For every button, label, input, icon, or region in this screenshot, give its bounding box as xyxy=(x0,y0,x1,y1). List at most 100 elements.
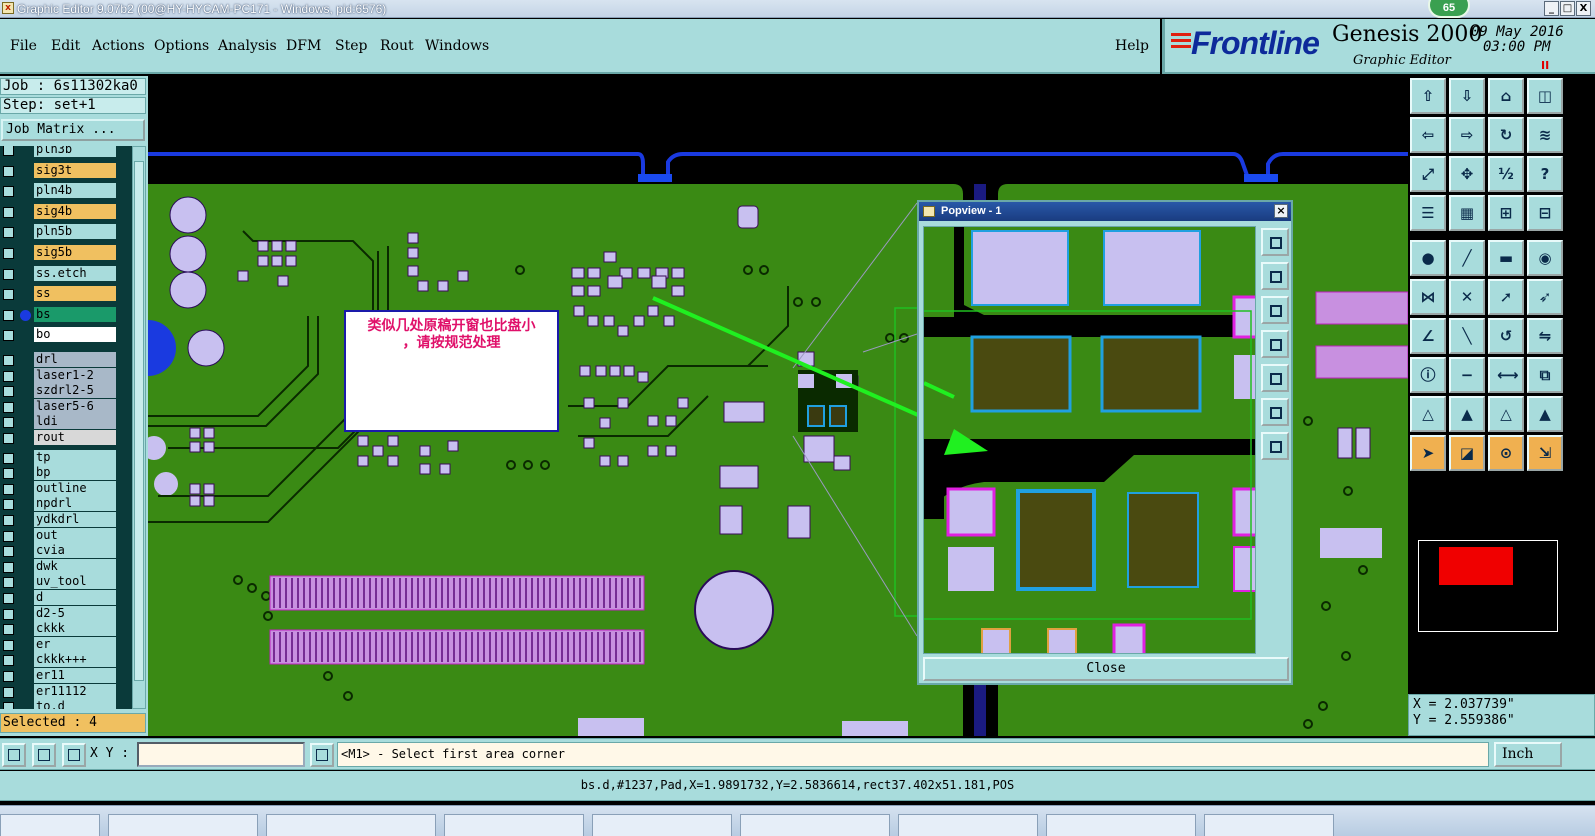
menu-windows[interactable]: Windows xyxy=(425,38,489,54)
layer-name[interactable]: er xyxy=(34,636,116,652)
add-circle-button[interactable]: ◉ xyxy=(1527,240,1563,276)
layer-row-ckkk-[interactable]: ckkk+++ xyxy=(0,652,132,668)
add-line-button[interactable]: ╱ xyxy=(1449,240,1485,276)
copy-button[interactable]: ➶ xyxy=(1527,279,1563,315)
layer-name[interactable]: laser5-6 xyxy=(34,398,116,414)
layer-row-sig4b[interactable]: sig4b xyxy=(0,203,132,220)
close-window-button[interactable]: X xyxy=(1576,1,1591,16)
scrollbar-thumb[interactable] xyxy=(134,161,144,681)
layer-checkbox[interactable] xyxy=(3,386,14,398)
layer-name[interactable]: ckkk xyxy=(34,621,116,637)
layer-name[interactable]: laser1-2 xyxy=(34,367,116,383)
overview-view-rect[interactable] xyxy=(1439,547,1513,585)
layer-checkbox[interactable] xyxy=(3,483,14,495)
layer-checkbox[interactable] xyxy=(3,370,14,382)
layer-checkbox[interactable] xyxy=(3,186,14,198)
menu-options[interactable]: Options xyxy=(154,38,209,54)
layer-checkbox[interactable] xyxy=(3,417,14,429)
job-matrix-button[interactable]: Job Matrix ... xyxy=(1,119,145,141)
menu-edit[interactable]: Edit xyxy=(51,38,80,54)
layer-checkbox[interactable] xyxy=(3,146,14,156)
start-button[interactable] xyxy=(0,814,100,836)
pan-down-button[interactable]: ⇩ xyxy=(1449,78,1485,114)
layer-name[interactable]: er11112 xyxy=(34,683,116,699)
group-button[interactable]: ⧉ xyxy=(1527,357,1563,393)
layer-name[interactable]: ss xyxy=(34,286,116,302)
layer-row-er[interactable]: er xyxy=(0,636,132,653)
help-button[interactable]: ? xyxy=(1527,156,1563,192)
layer-name[interactable]: npdrl xyxy=(34,496,116,512)
home-up-button[interactable]: ⇧ xyxy=(1410,78,1446,114)
layer-checkbox[interactable] xyxy=(3,248,14,259)
popview-pan-up-button[interactable] xyxy=(1261,262,1289,290)
layer-name[interactable]: d xyxy=(34,590,116,605)
layer-name[interactable]: er11 xyxy=(34,668,116,683)
layer-checkbox[interactable] xyxy=(3,268,14,280)
taskbar-item[interactable] xyxy=(1204,814,1334,836)
popview-pan-right-button[interactable] xyxy=(1261,364,1289,392)
move-button[interactable]: ➚ xyxy=(1488,279,1524,315)
rotate-button[interactable]: ↺ xyxy=(1488,318,1524,354)
layer-name[interactable]: rout xyxy=(34,430,116,445)
layer-name[interactable]: bo xyxy=(34,327,116,343)
layer-row-sig5b[interactable]: sig5b xyxy=(0,245,132,261)
layer-row-rout[interactable]: rout xyxy=(0,430,132,446)
layer-name[interactable]: bs xyxy=(34,306,116,322)
grid-button[interactable]: ▦ xyxy=(1449,195,1485,231)
menu-file[interactable]: File xyxy=(10,38,37,54)
select-area-button[interactable]: ◪ xyxy=(1449,435,1485,471)
layer-name[interactable]: cvia xyxy=(34,543,116,559)
delete-button[interactable]: ✕ xyxy=(1449,279,1485,315)
layer-row-sig3t[interactable]: sig3t xyxy=(0,162,132,179)
layer-name[interactable]: uv_tool xyxy=(34,574,116,590)
layer-row-npdrl[interactable]: npdrl xyxy=(0,496,132,512)
layer-name[interactable]: szdrl2-5 xyxy=(34,383,116,399)
measure-button[interactable] xyxy=(32,743,56,767)
resize-button[interactable]: ⟷ xyxy=(1488,357,1524,393)
select-multi-button[interactable]: ⇲ xyxy=(1527,435,1563,471)
taskbar-item[interactable] xyxy=(898,814,1038,836)
layer-row-bp[interactable]: bp xyxy=(0,465,132,481)
layer-checkbox[interactable] xyxy=(3,433,14,444)
layer-checkbox[interactable] xyxy=(3,206,14,218)
layer-row-laser1-2[interactable]: laser1-2 xyxy=(0,367,132,384)
menu-actions[interactable]: Actions xyxy=(92,38,145,54)
layer-name[interactable]: d2-5 xyxy=(34,605,116,621)
menu-dfm[interactable]: DFM xyxy=(286,38,321,54)
menu-step[interactable]: Step xyxy=(335,38,367,54)
layer-checkbox[interactable] xyxy=(3,165,14,177)
layer-name[interactable]: drl xyxy=(34,352,116,367)
taskbar-item[interactable] xyxy=(592,814,732,836)
layer-checkbox[interactable] xyxy=(3,309,14,321)
connect-button[interactable]: ⋈ xyxy=(1410,279,1446,315)
layer-name[interactable]: ldi xyxy=(34,414,116,430)
layer-list-scrollbar[interactable] xyxy=(132,146,146,709)
layer-checkbox[interactable] xyxy=(3,624,14,636)
layer-checkbox[interactable] xyxy=(3,530,14,542)
layer-name[interactable]: sig5b xyxy=(34,245,116,260)
layer-checkbox[interactable] xyxy=(3,401,14,413)
layer-checkbox[interactable] xyxy=(3,655,14,667)
popview-close-icon[interactable]: × xyxy=(1274,204,1288,218)
pan-left-button[interactable]: ⇦ xyxy=(1410,117,1446,153)
grid-button[interactable] xyxy=(62,743,86,767)
layer-checkbox[interactable] xyxy=(3,593,14,604)
layer-row-bs[interactable]: bs xyxy=(0,306,132,323)
zoom-home-button[interactable]: ✥ xyxy=(1449,156,1485,192)
zoom-1-2-button[interactable]: ½ xyxy=(1488,156,1524,192)
layer-name[interactable]: pln3b xyxy=(34,146,116,157)
layer-row-out[interactable]: out xyxy=(0,527,132,544)
taskbar-item[interactable] xyxy=(444,814,584,836)
maximize-button[interactable]: □ xyxy=(1560,1,1575,16)
layer-row-uv-tool[interactable]: uv_tool xyxy=(0,574,132,590)
layer-name[interactable]: sig3t xyxy=(34,162,116,178)
layers-button[interactable]: ☰ xyxy=(1410,195,1446,231)
popview-zoom-out-button[interactable] xyxy=(1261,432,1289,460)
home-button[interactable]: ⌂ xyxy=(1488,78,1524,114)
notification-badge[interactable]: 65 xyxy=(1428,0,1470,18)
popview-zoom-in-button[interactable] xyxy=(1261,398,1289,426)
minimize-button[interactable]: _ xyxy=(1544,1,1559,16)
layer-name[interactable]: tp xyxy=(34,449,116,465)
layer-row-d[interactable]: d xyxy=(0,590,132,606)
layer-checkbox[interactable] xyxy=(3,608,14,620)
